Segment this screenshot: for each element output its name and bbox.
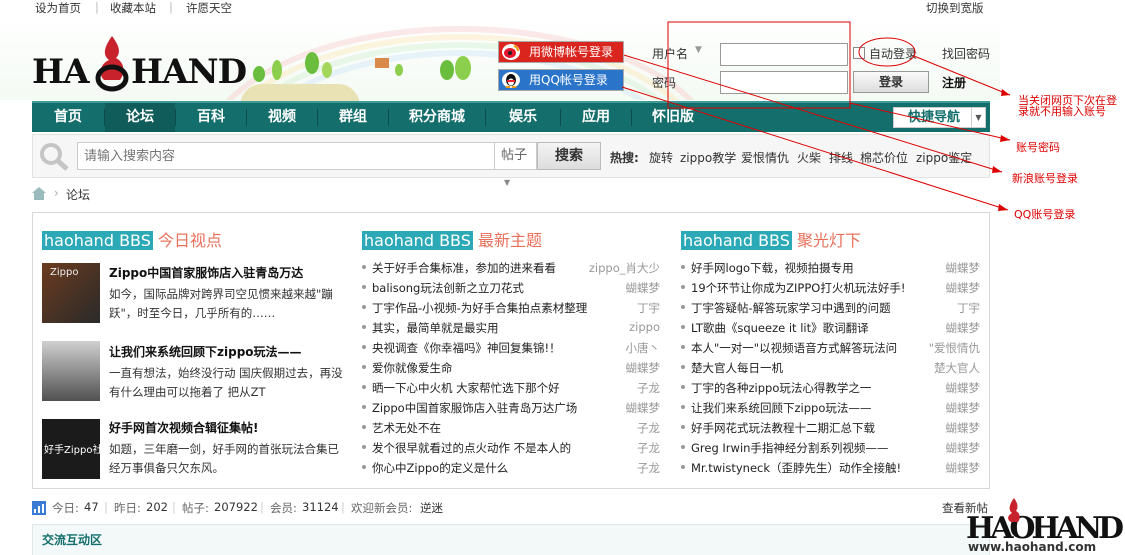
annotation-password: 账号密码 bbox=[1016, 141, 1060, 154]
watermark-logo-image: HAOHAND bbox=[966, 498, 1124, 542]
watermark-logo: HAOHAND www.haohand.com bbox=[966, 498, 1125, 555]
annotation-overlay bbox=[621, 21, 1011, 211]
annotation-weibo: 新浪账号登录 bbox=[1012, 172, 1078, 185]
annotation-auto-login: 当关闭网页下次在登录就不用输入账号 bbox=[1018, 94, 1117, 118]
watermark-url: www.haohand.com bbox=[968, 540, 1097, 554]
svg-text:HAOHAND: HAOHAND bbox=[966, 511, 1124, 542]
annotation-qq: QQ账号登录 bbox=[1014, 208, 1076, 221]
